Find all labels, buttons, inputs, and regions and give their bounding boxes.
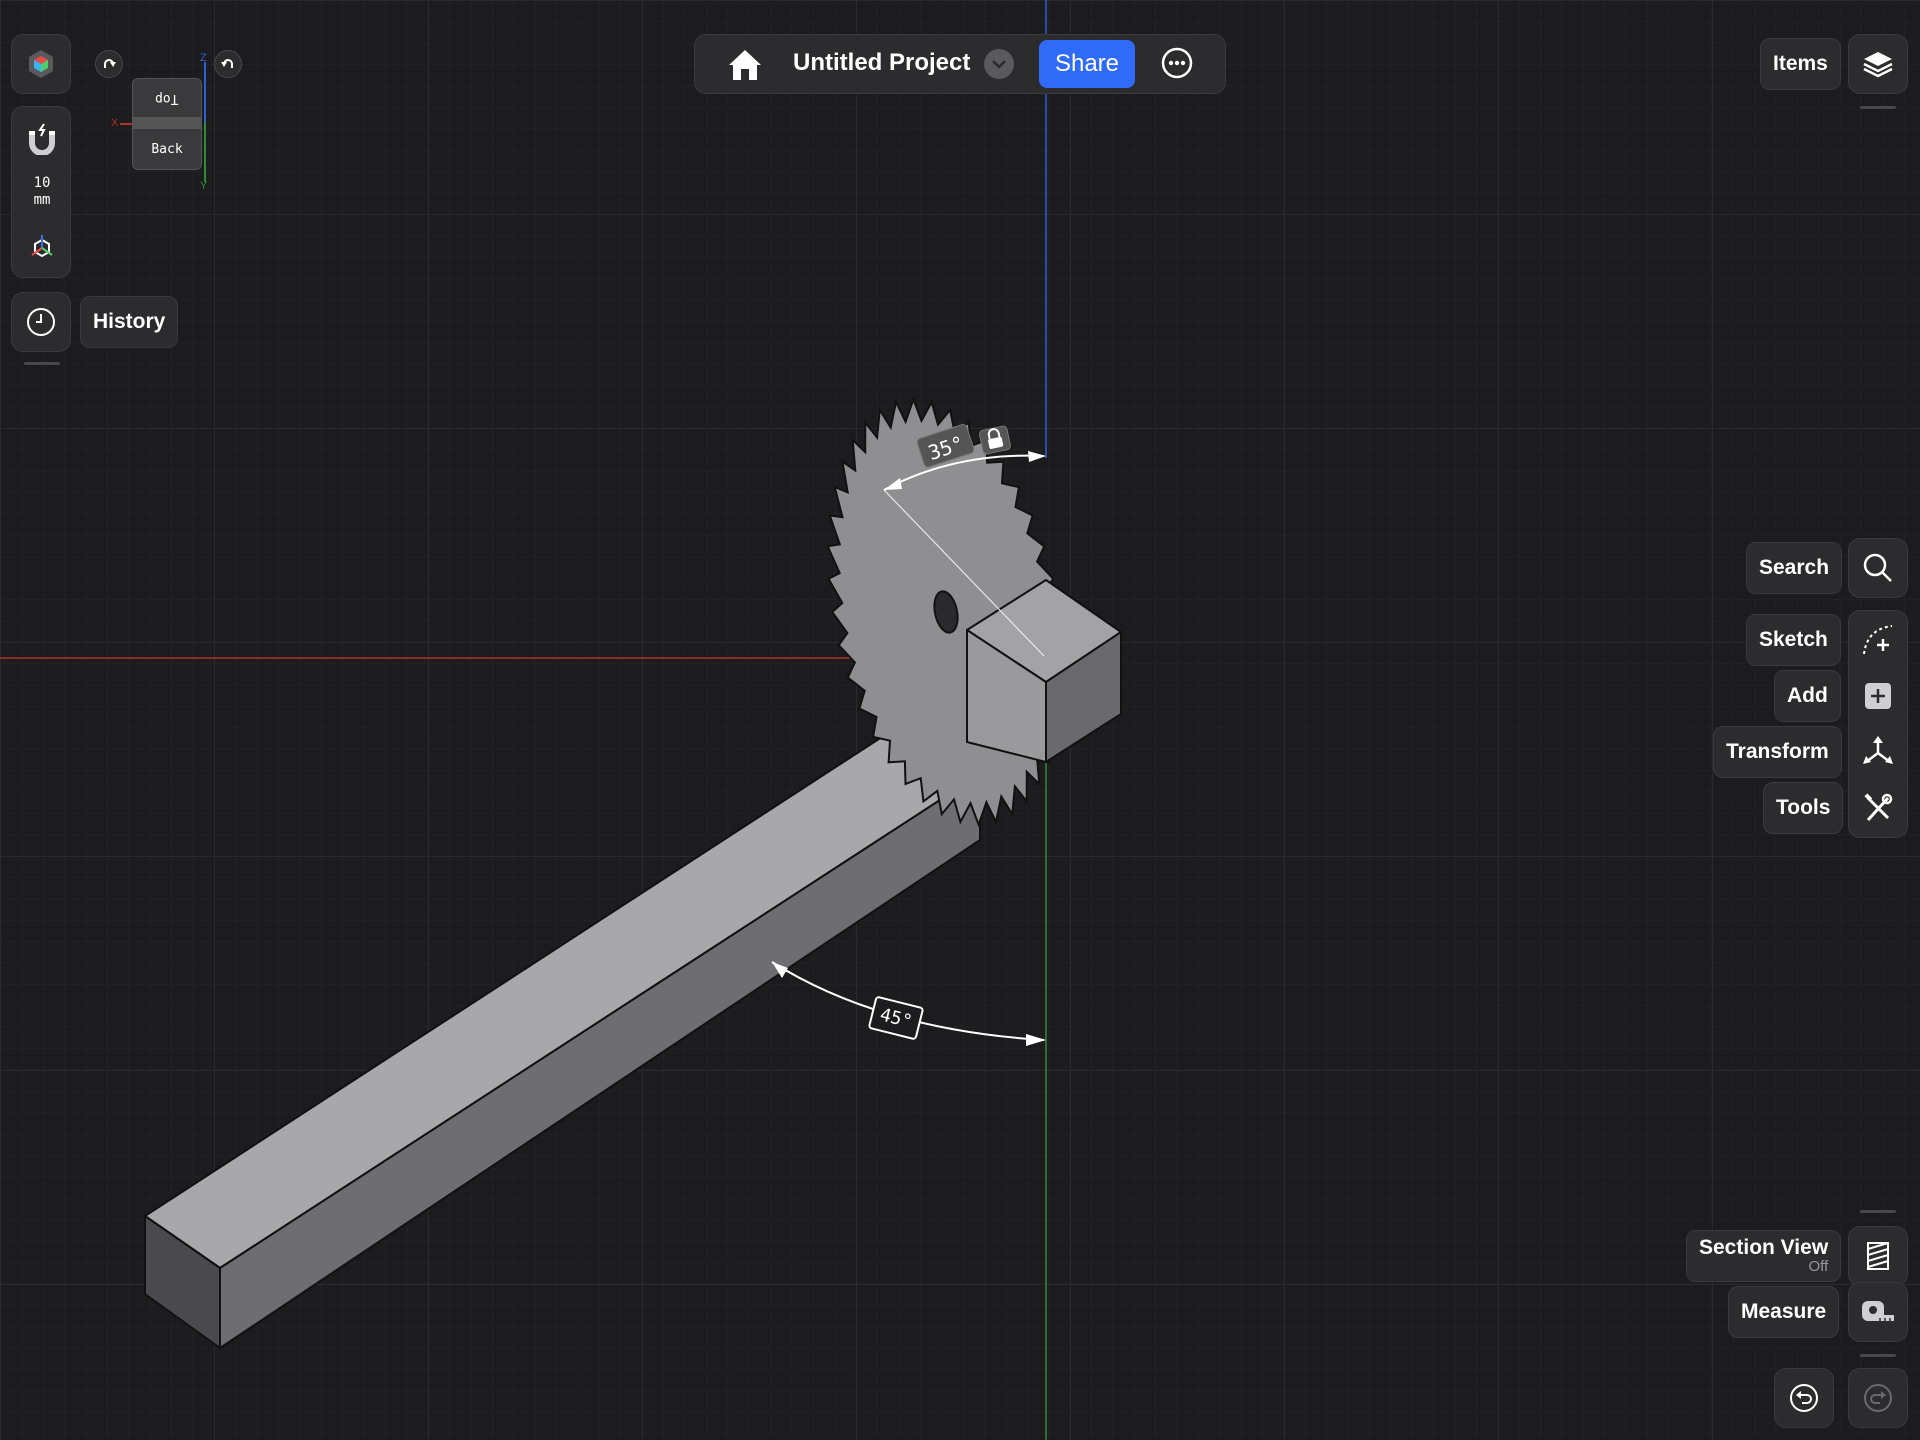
wrench-screwdriver-icon (1864, 793, 1893, 822)
search-button[interactable] (1848, 538, 1908, 598)
items-button[interactable] (1848, 34, 1908, 94)
magnet-icon (29, 123, 55, 155)
undo-panel-handle[interactable] (1860, 1354, 1896, 1357)
measure-label[interactable]: Measure (1728, 1286, 1840, 1338)
section-view-label-box[interactable]: Section View Off (1686, 1230, 1842, 1282)
section-view-label: Section View (1699, 1236, 1829, 1259)
ellipsis-circle-icon (1161, 47, 1193, 79)
snap-unit: mm (33, 192, 51, 208)
undo-button[interactable] (1774, 1368, 1834, 1428)
items-panel-handle[interactable] (1860, 106, 1896, 109)
view-cube-z-label: Z (200, 52, 207, 64)
view-cube-y-label: Y (200, 180, 208, 192)
home-icon (729, 50, 761, 80)
undo-icon (1790, 1384, 1818, 1412)
history-label[interactable]: History (80, 296, 179, 348)
layers-icon (1863, 52, 1893, 78)
project-menu-button[interactable] (984, 49, 1014, 79)
view-cube-y-axis (204, 122, 206, 182)
view-cube-back-face[interactable]: Back (132, 128, 202, 170)
measure-button[interactable] (1848, 1282, 1908, 1342)
view-cube-back-label: Back (151, 141, 183, 157)
redo-button[interactable] (1848, 1368, 1908, 1428)
transform-arrows-icon (1863, 736, 1893, 764)
tools-label[interactable]: Tools (1763, 782, 1844, 834)
app-logo-icon (29, 50, 53, 78)
beam-body[interactable] (144, 721, 981, 1349)
left-toolbar-handle[interactable] (24, 362, 60, 365)
add-label[interactable]: Add (1774, 670, 1841, 722)
history-button[interactable] (11, 292, 71, 352)
tape-measure-icon (1862, 1301, 1894, 1321)
items-label[interactable]: Items (1760, 38, 1841, 90)
home-button[interactable] (723, 43, 767, 87)
view-cube[interactable]: Top Back (132, 78, 202, 170)
viewport-canvas[interactable] (0, 0, 1920, 1440)
view-cube-x-axis (120, 123, 132, 125)
project-title[interactable]: Untitled Project (793, 49, 970, 77)
transform-label[interactable]: Transform (1713, 726, 1842, 778)
view-undo-button[interactable] (214, 50, 242, 78)
snap-magnet-button[interactable] (20, 117, 64, 161)
redo-icon (1864, 1384, 1892, 1412)
section-view-button[interactable] (1848, 1226, 1908, 1286)
sketch-icon (1863, 625, 1893, 655)
bottom-panel-handle[interactable] (1860, 1210, 1896, 1213)
view-cube-x-label: X (111, 117, 119, 129)
transform-button[interactable] (1848, 726, 1908, 778)
snap-panel: 10 mm (11, 106, 71, 278)
top-bar: Untitled Project Share (694, 34, 1226, 94)
section-view-icon (1867, 1242, 1889, 1270)
section-view-state: Off (1808, 1258, 1829, 1275)
tools-button[interactable] (1848, 782, 1908, 834)
view-cube-z-axis (204, 62, 206, 122)
add-button[interactable] (1848, 670, 1908, 722)
search-label[interactable]: Search (1746, 542, 1843, 594)
share-button[interactable]: Share (1039, 40, 1135, 88)
clock-icon (27, 308, 55, 336)
sketch-label[interactable]: Sketch (1746, 614, 1841, 666)
chevron-down-icon (992, 60, 1006, 69)
view-cube-top-face[interactable]: Top (132, 78, 202, 118)
app-logo-button[interactable] (11, 34, 71, 94)
rotate-clockwise-icon (104, 59, 116, 68)
search-icon (1863, 553, 1892, 582)
add-shape-icon (1865, 683, 1891, 709)
view-redo-button[interactable] (95, 50, 123, 78)
sketch-button[interactable] (1848, 614, 1908, 666)
coordinate-system-button[interactable] (24, 229, 60, 265)
rotate-counterclockwise-icon (221, 59, 233, 68)
view-cube-edge (132, 118, 202, 128)
snap-value[interactable]: 10 (12, 175, 72, 191)
view-cube-top-label: Top (155, 90, 179, 106)
more-options-button[interactable] (1159, 45, 1195, 81)
coordinate-axes-icon (31, 235, 53, 258)
